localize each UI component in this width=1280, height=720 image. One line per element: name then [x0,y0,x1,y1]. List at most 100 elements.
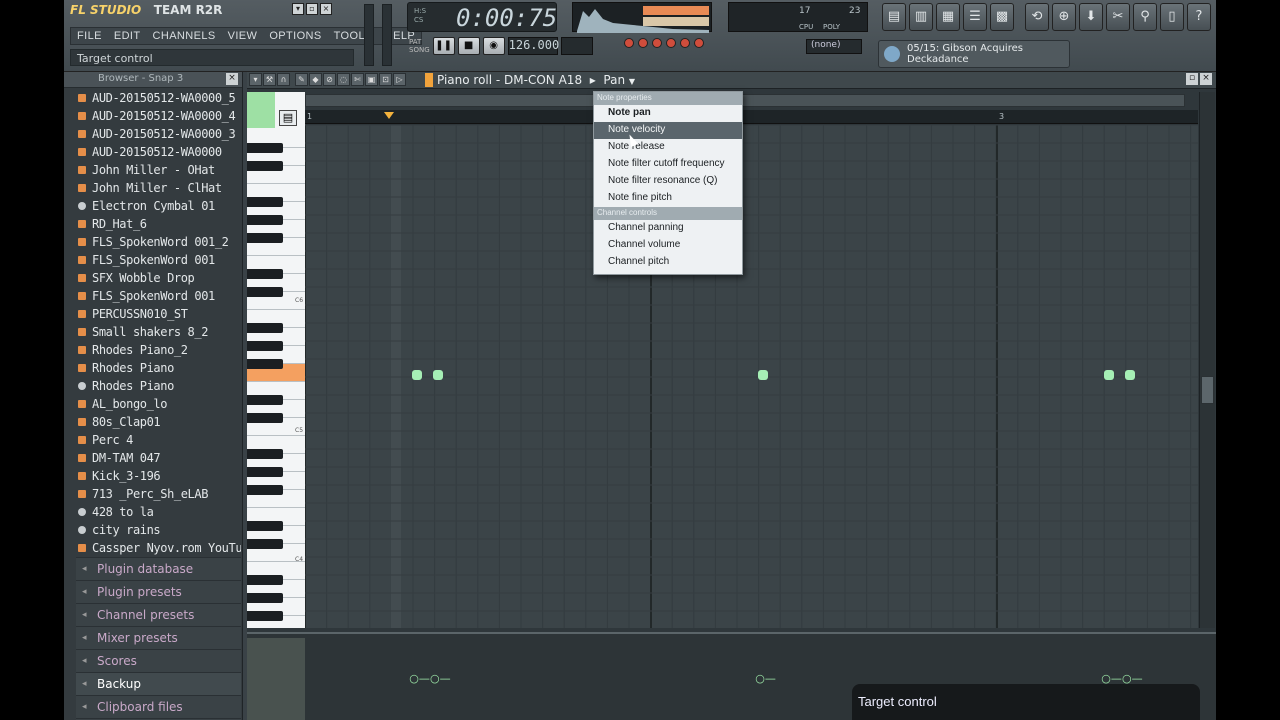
note-block[interactable] [412,370,423,380]
black-key[interactable] [247,359,283,369]
undo-icon[interactable]: ⟲ [1025,3,1049,31]
black-key[interactable] [247,485,283,495]
black-key[interactable] [247,323,283,333]
browser-item[interactable]: Rhodes Piano [76,359,241,377]
paint-icon[interactable]: ◆ [309,73,322,86]
playback-icon[interactable]: ▷ [393,73,406,86]
slice-icon[interactable]: ✄ [351,73,364,86]
menu-edit[interactable]: EDIT [108,30,147,42]
vertical-scrollbar[interactable] [1199,92,1215,628]
pan-event-icon[interactable]: ○— [430,672,451,685]
target-control-select[interactable]: Pan [603,73,625,87]
piano-roll-title[interactable]: Piano roll - DM-CON A18 ▸ Pan ▼ [425,73,635,87]
minimize-icon[interactable]: ▾ [292,3,304,15]
close-icon[interactable]: × [226,73,238,85]
browser-folder[interactable]: ◂ Channel presets [76,603,241,626]
browser-item[interactable]: FLS_SpokenWord 001 [76,251,241,269]
save-icon[interactable]: ⊕ [1052,3,1076,31]
tools-icon[interactable]: ⚒ [263,73,276,86]
scroll-thumb[interactable] [1201,376,1214,404]
browser-item[interactable]: PERCUSSN010_ST [76,305,241,323]
black-key[interactable] [247,467,283,477]
metronome-icon[interactable] [638,38,648,48]
record-mode-icon[interactable] [624,38,634,48]
delete-icon[interactable]: ⊘ [323,73,336,86]
browser-item[interactable]: Perc 4 [76,431,241,449]
piano-roll-icon[interactable]: ▦ [936,3,960,31]
browser-item[interactable]: SFX Wobble Drop [76,269,241,287]
browser-item[interactable]: FLS_SpokenWord 001_2 [76,233,241,251]
blend-icon[interactable] [680,38,690,48]
browser-folder[interactable]: ◂ Backup [76,672,241,695]
zoom-icon[interactable]: ⊡ [379,73,392,86]
black-key[interactable] [247,269,283,279]
pan-event-icon[interactable]: ○— [409,672,430,685]
black-key[interactable] [247,395,283,405]
pan-event-icon[interactable]: ○— [755,672,776,685]
menu-view[interactable]: VIEW [222,30,264,42]
magnet-icon[interactable]: ∩ [277,73,290,86]
chevron-down-icon[interactable]: ▼ [629,77,635,86]
menu-item-note-filter-cutoff-frequency[interactable]: Note filter cutoff frequency [594,156,742,173]
browser-item[interactable]: Electron Cymbal 01 [76,197,241,215]
browser-icon[interactable]: ☰ [963,3,987,31]
menu-item-note-fine-pitch[interactable]: Note fine pitch [594,190,742,207]
note-grid[interactable] [305,125,1198,628]
browser-item[interactable]: Cassper Nyov.rom YouTube_6 [76,539,241,557]
stop-button[interactable]: ■ [457,37,480,55]
step-edit-icon[interactable] [666,38,676,48]
black-key[interactable] [247,143,283,153]
select-icon[interactable]: ▣ [365,73,378,86]
snap-select[interactable]: (none) [806,39,862,54]
tempo-display[interactable]: 126.000 [507,37,559,55]
black-key[interactable] [247,593,283,603]
countdown-icon[interactable] [652,38,662,48]
menu-item-channel-panning[interactable]: Channel panning [594,220,742,237]
browser-item[interactable]: 80s_Clap01 [76,413,241,431]
stamp-icon[interactable]: ▤ [279,110,297,126]
browser-folder[interactable]: ◂ Plugin database [76,557,241,580]
browser-item[interactable]: AUD-20150512-WA0000_3 [76,125,241,143]
black-key[interactable] [247,575,283,585]
black-key[interactable] [247,287,283,297]
browser-item[interactable]: FLS_SpokenWord 001 [76,287,241,305]
menu-options[interactable]: OPTIONS [263,30,327,42]
browser-item[interactable]: John Miller - ClHat [76,179,241,197]
black-key[interactable] [247,341,283,351]
loop-record-icon[interactable] [694,38,704,48]
browser-item[interactable]: AUD-20150512-WA0000_4 [76,107,241,125]
black-key[interactable] [247,521,283,531]
menu-item-note-filter-resonance-q[interactable]: Note filter resonance (Q) [594,173,742,190]
playlist-icon[interactable]: ▤ [882,3,906,31]
browser-item[interactable]: Kick_3-196 [76,467,241,485]
maximize-icon[interactable]: ▫ [1186,73,1198,85]
close-icon[interactable]: × [320,3,332,15]
black-key[interactable] [247,611,283,621]
browser-item[interactable]: 713 _Perc_Sh_eLAB [76,485,241,503]
close-icon[interactable]: × [1200,73,1212,85]
browser-folder[interactable]: ◂ Scores [76,649,241,672]
mixer-icon[interactable]: ▩ [990,3,1014,31]
playhead-marker[interactable] [384,112,394,119]
piano-keyboard[interactable]: ▤ C6 C5 C4 [247,92,305,628]
black-key[interactable] [247,197,283,207]
browser-item[interactable]: John Miller - OHat [76,161,241,179]
browser-item[interactable]: RD_Hat_6 [76,215,241,233]
browser-folder[interactable]: ◂ Clipboard files [76,695,241,718]
pattern-selector[interactable] [560,37,593,55]
black-key[interactable] [247,233,283,243]
master-volume-slider[interactable] [364,4,374,66]
menu-item-channel-volume[interactable]: Channel volume [594,237,742,254]
timeline-ruler[interactable]: 13 [305,110,1198,124]
browser-item[interactable]: city rains [76,521,241,539]
menu-item-note-pan[interactable]: Note pan [594,105,742,122]
black-key[interactable] [247,215,283,225]
browser-item[interactable]: Small shakers 8_2 [76,323,241,341]
browser-folder[interactable]: ◂ Mixer presets [76,626,241,649]
search-icon[interactable]: ⚲ [1133,3,1157,31]
browser-item[interactable]: AL_bongo_lo [76,395,241,413]
black-key[interactable] [247,161,283,171]
help-icon[interactable]: ? [1187,3,1211,31]
menu-item-note-release[interactable]: Note release [594,139,742,156]
mute-icon[interactable]: ◌ [337,73,350,86]
